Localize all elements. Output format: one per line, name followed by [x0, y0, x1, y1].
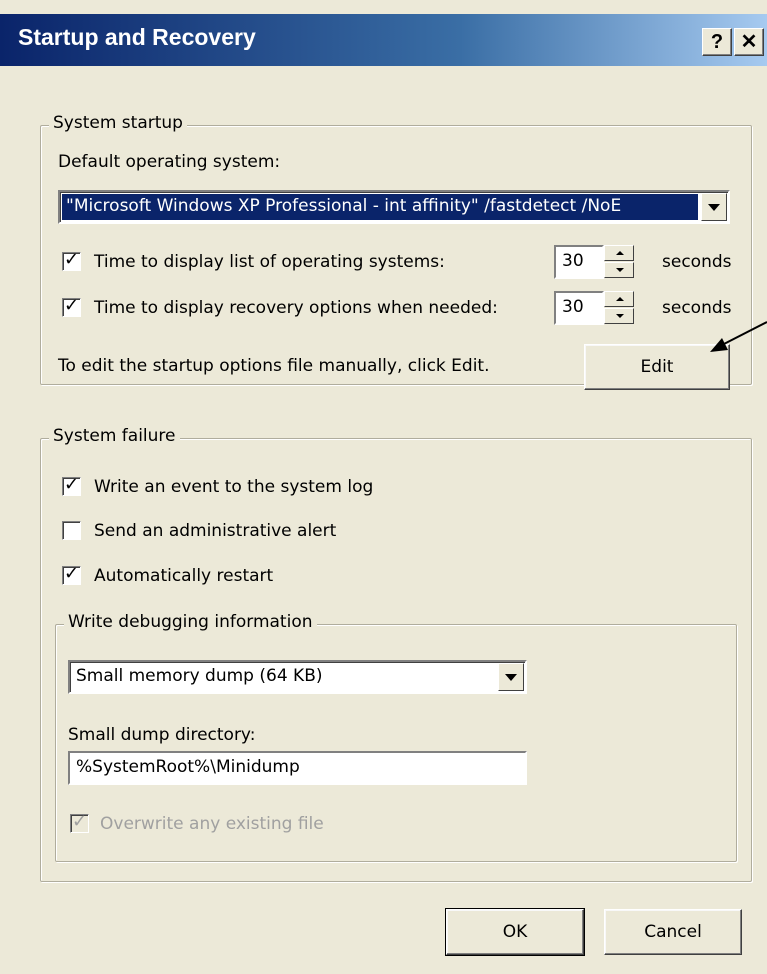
- checkmark-icon: ✓: [64, 295, 80, 316]
- auto-restart-label: Automatically restart: [94, 566, 274, 586]
- admin-alert-label: Send an administrative alert: [94, 521, 337, 541]
- default-os-dropdown[interactable]: "Microsoft Windows XP Professional - int…: [58, 190, 730, 224]
- default-os-label: Default operating system:: [58, 152, 281, 172]
- edit-hint-text: To edit the startup options file manuall…: [58, 356, 490, 376]
- checkmark-icon: ✓: [72, 811, 88, 832]
- time-list-value: 30: [562, 251, 584, 271]
- write-event-label: Write an event to the system log: [94, 477, 374, 497]
- help-button[interactable]: ?: [702, 28, 732, 56]
- default-os-value: "Microsoft Windows XP Professional - int…: [62, 194, 698, 220]
- dump-type-value: Small memory dump (64 KB): [76, 666, 323, 686]
- checkmark-icon: ✓: [64, 474, 80, 495]
- spin-up-icon[interactable]: [604, 291, 634, 307]
- dump-dir-input[interactable]: %SystemRoot%\Minidump: [68, 751, 527, 785]
- time-recovery-spin-buttons[interactable]: [604, 291, 634, 325]
- spin-down-icon[interactable]: [604, 262, 634, 278]
- time-list-field[interactable]: 30: [554, 245, 604, 279]
- cancel-button[interactable]: Cancel: [604, 909, 742, 955]
- checkmark-icon: ✓: [64, 563, 80, 584]
- time-recovery-field[interactable]: 30: [554, 291, 604, 325]
- time-list-checkbox[interactable]: ✓: [62, 249, 81, 271]
- debug-info-legend: Write debugging information: [64, 612, 317, 632]
- time-recovery-checkbox[interactable]: ✓: [62, 295, 81, 317]
- title-bar[interactable]: Startup and Recovery ? ✕: [0, 14, 767, 66]
- admin-alert-checkbox[interactable]: [62, 521, 81, 540]
- seconds-label-2: seconds: [662, 298, 732, 318]
- dump-type-dropdown[interactable]: Small memory dump (64 KB): [68, 660, 527, 694]
- dump-dir-label: Small dump directory:: [68, 725, 256, 745]
- edit-button[interactable]: Edit: [584, 344, 730, 390]
- spin-up-icon[interactable]: [604, 245, 634, 261]
- dropdown-arrow-button[interactable]: [498, 663, 524, 691]
- dump-dir-value: %SystemRoot%\Minidump: [76, 757, 300, 777]
- write-event-checkbox[interactable]: ✓: [62, 474, 81, 496]
- startup-recovery-dialog: Startup and Recovery ? ✕ System startup …: [0, 0, 767, 974]
- time-recovery-label: Time to display recovery options when ne…: [94, 298, 498, 318]
- chevron-down-icon: [708, 204, 720, 211]
- dialog-title: Startup and Recovery: [18, 24, 256, 50]
- overwrite-checkbox[interactable]: ✓: [70, 811, 89, 833]
- checkmark-icon: ✓: [64, 249, 80, 270]
- chevron-down-icon: [505, 674, 517, 681]
- system-failure-legend: System failure: [49, 426, 180, 446]
- dropdown-arrow-button[interactable]: [701, 193, 727, 221]
- overwrite-label: Overwrite any existing file: [100, 814, 324, 834]
- time-list-spin-buttons[interactable]: [604, 245, 634, 279]
- seconds-label-1: seconds: [662, 252, 732, 272]
- system-startup-legend: System startup: [49, 113, 187, 133]
- time-list-label: Time to display list of operating system…: [94, 252, 445, 272]
- ok-button[interactable]: OK: [445, 908, 585, 956]
- auto-restart-checkbox[interactable]: ✓: [62, 563, 81, 585]
- spin-down-icon[interactable]: [604, 308, 634, 324]
- close-button[interactable]: ✕: [734, 28, 764, 56]
- time-recovery-value: 30: [562, 297, 584, 317]
